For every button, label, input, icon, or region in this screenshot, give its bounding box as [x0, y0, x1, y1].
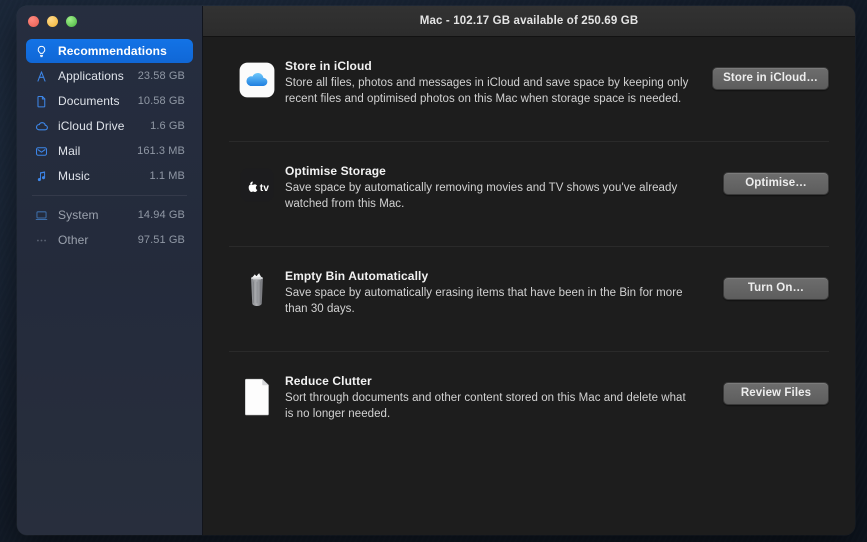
recommendation-description: Sort through documents and other content… [285, 392, 686, 420]
sidebar-item-size: 1.6 GB [150, 120, 185, 132]
sidebar-item-label: iCloud Drive [58, 119, 125, 133]
document-page-icon [229, 374, 285, 424]
ellipsis-icon [33, 234, 50, 247]
sidebar-item-label: Applications [58, 69, 124, 83]
sidebar-item-size: 1.1 MB [149, 170, 185, 182]
recommendation-description: Save space by automatically erasing item… [285, 287, 683, 315]
sidebar-item-music[interactable]: Music 1.1 MB [26, 164, 193, 188]
recommendation-row: Reduce Clutter Sort through documents an… [229, 352, 829, 456]
sidebar-item-system[interactable]: System 14.94 GB [26, 203, 193, 227]
sidebar-item-label: Recommendations [58, 44, 167, 58]
sidebar-item-label: System [58, 208, 99, 222]
sidebar-item-documents[interactable]: Documents 10.58 GB [26, 89, 193, 113]
lightbulb-icon [33, 45, 50, 58]
recommendations-list: Store in iCloud Store all files, photos … [203, 37, 855, 535]
svg-text:tv: tv [260, 183, 269, 194]
minimize-button[interactable] [47, 15, 58, 27]
sidebar-item-label: Mail [58, 144, 81, 158]
recommendation-row: Store in iCloud Store all files, photos … [229, 37, 829, 142]
store-in-icloud-button[interactable]: Store in iCloud… [712, 67, 829, 90]
music-note-icon [33, 170, 50, 183]
recommendation-title: Empty Bin Automatically [285, 269, 429, 283]
recommendation-action: Optimise… [711, 164, 829, 195]
applications-icon [33, 70, 50, 83]
sidebar-item-size: 161.3 MB [137, 145, 185, 157]
apple-tv-app-icon: tv [229, 164, 285, 214]
sidebar-item-icloud-drive[interactable]: iCloud Drive 1.6 GB [26, 114, 193, 138]
sidebar-item-list: Recommendations Applications 23.58 GB Do… [17, 36, 202, 252]
sidebar-item-label: Other [58, 233, 89, 247]
sidebar-item-recommendations[interactable]: Recommendations [26, 39, 193, 63]
sidebar-item-label: Music [58, 169, 90, 183]
sidebar-item-label: Documents [58, 94, 120, 108]
recommendation-description: Save space by automatically removing mov… [285, 182, 678, 210]
recommendation-text: Reduce Clutter Sort through documents an… [285, 374, 711, 422]
recommendation-row: Empty Bin Automatically Save space by au… [229, 247, 829, 352]
window-title: Mac - 102.17 GB available of 250.69 GB [419, 15, 639, 27]
storage-management-window: Recommendations Applications 23.58 GB Do… [17, 6, 855, 535]
sidebar-item-other[interactable]: Other 97.51 GB [26, 228, 193, 252]
sidebar-item-size: 97.51 GB [137, 234, 185, 246]
recommendation-action: Store in iCloud… [711, 59, 829, 90]
icloud-app-icon [229, 59, 285, 109]
sidebar-item-mail[interactable]: Mail 161.3 MB [26, 139, 193, 163]
window-controls [17, 6, 202, 36]
sidebar: Recommendations Applications 23.58 GB Do… [17, 6, 203, 535]
mail-icon [33, 145, 50, 158]
system-laptop-icon [33, 209, 50, 222]
cloud-icon [33, 119, 50, 133]
turn-on-button[interactable]: Turn On… [723, 277, 829, 300]
content-pane: Mac - 102.17 GB available of 250.69 GB S… [203, 6, 855, 535]
recommendation-text: Empty Bin Automatically Save space by au… [285, 269, 711, 317]
recommendation-title: Optimise Storage [285, 164, 386, 178]
trash-bin-icon [229, 269, 285, 319]
sidebar-item-size: 23.58 GB [137, 70, 185, 82]
sidebar-item-size: 10.58 GB [137, 95, 185, 107]
recommendation-text: Optimise Storage Save space by automatic… [285, 164, 711, 212]
recommendation-description: Store all files, photos and messages in … [285, 77, 689, 105]
documents-icon [33, 95, 50, 108]
sidebar-divider [32, 195, 187, 196]
recommendation-action: Turn On… [711, 269, 829, 300]
close-button[interactable] [28, 15, 39, 27]
review-files-button[interactable]: Review Files [723, 382, 829, 405]
recommendation-row: tv Optimise Storage Save space by automa… [229, 142, 829, 247]
zoom-button[interactable] [66, 15, 77, 27]
window-titlebar: Mac - 102.17 GB available of 250.69 GB [203, 6, 855, 37]
sidebar-item-applications[interactable]: Applications 23.58 GB [26, 64, 193, 88]
sidebar-item-size: 14.94 GB [137, 209, 185, 221]
optimise-button[interactable]: Optimise… [723, 172, 829, 195]
recommendation-title: Reduce Clutter [285, 374, 372, 388]
recommendation-text: Store in iCloud Store all files, photos … [285, 59, 711, 107]
recommendation-title: Store in iCloud [285, 59, 372, 73]
recommendation-action: Review Files [711, 374, 829, 405]
